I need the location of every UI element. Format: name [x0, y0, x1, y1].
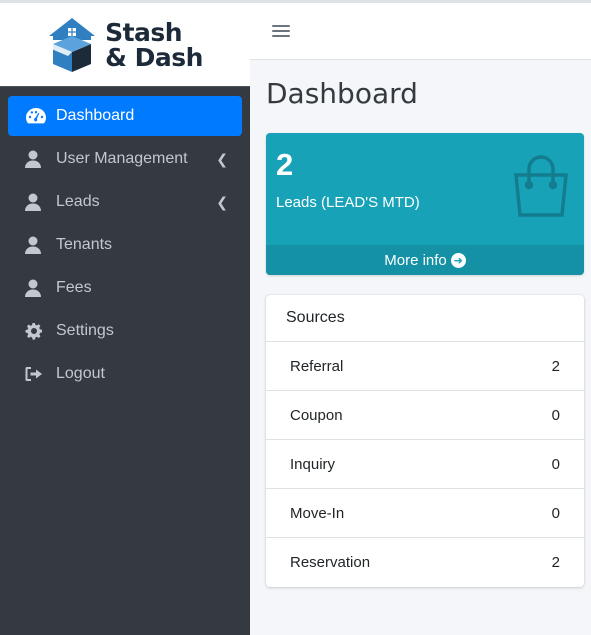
brand-name: Stash & Dash: [105, 17, 203, 72]
sidebar-item-label: Leads: [56, 193, 100, 210]
list-item: Coupon 0: [266, 391, 584, 440]
sidebar: Stash & Dash Dashboard User Management ❮…: [0, 3, 250, 635]
chevron-left-icon: ❮: [216, 194, 228, 210]
brand-box-icon: [49, 17, 96, 72]
source-name: Reservation: [290, 554, 371, 571]
brand-logo-link[interactable]: Stash & Dash: [0, 3, 250, 87]
top-navbar: [250, 3, 591, 60]
user-icon: [25, 235, 49, 255]
source-value: 0: [551, 406, 560, 424]
main-content: Dashboard 2 Leads (LEAD'S MTD) More info…: [266, 60, 584, 587]
list-item: Inquiry 0: [266, 440, 584, 489]
sidebar-item-settings[interactable]: Settings: [8, 311, 242, 351]
user-icon: [25, 192, 49, 212]
user-icon: [25, 278, 49, 298]
list-item: Reservation 2: [266, 538, 584, 587]
sidebar-item-label: Settings: [56, 322, 114, 339]
sidebar-item-user-management[interactable]: User Management ❮: [8, 139, 242, 179]
chevron-left-icon: ❮: [216, 151, 228, 167]
sources-title: Sources: [266, 295, 584, 342]
sidebar-item-label: Dashboard: [56, 107, 135, 124]
sources-card: Sources Referral 2 Coupon 0 Inquiry 0 Mo…: [266, 295, 584, 587]
source-value: 2: [551, 554, 560, 571]
shopping-bag-icon: [510, 155, 572, 224]
leads-stat-box: 2 Leads (LEAD'S MTD) More info ➜: [266, 133, 584, 275]
sidebar-item-label: Fees: [56, 279, 92, 296]
source-name: Coupon: [290, 406, 343, 424]
source-name: Move-In: [290, 504, 345, 522]
more-info-link[interactable]: More info ➜: [266, 245, 584, 275]
source-value: 2: [551, 357, 560, 375]
sidebar-item-label: Tenants: [56, 236, 113, 253]
sidebar-item-leads[interactable]: Leads ❮: [8, 182, 242, 222]
logout-icon: [25, 364, 49, 384]
source-name: Inquiry: [290, 455, 336, 473]
sidebar-item-tenants[interactable]: Tenants: [8, 225, 242, 265]
arrow-circle-right-icon: ➜: [450, 252, 466, 268]
sidebar-item-label: User Management: [56, 150, 188, 167]
list-item: Move-In 0: [266, 489, 584, 538]
sidebar-nav: Dashboard User Management ❮ Leads ❮ Tena…: [0, 87, 250, 394]
sidebar-item-fees[interactable]: Fees: [8, 268, 242, 308]
more-info-label: More info: [384, 251, 447, 269]
source-value: 0: [551, 504, 560, 522]
sidebar-item-label: Logout: [56, 365, 105, 382]
source-name: Referral: [290, 357, 344, 375]
source-value: 0: [551, 455, 560, 473]
gear-icon: [25, 321, 49, 341]
list-item: Referral 2: [266, 342, 584, 391]
user-icon: [25, 149, 49, 169]
sidebar-item-logout[interactable]: Logout: [8, 354, 242, 394]
page-title: Dashboard: [266, 77, 418, 110]
sidebar-item-dashboard[interactable]: Dashboard: [8, 96, 242, 136]
dashboard-icon: [25, 106, 49, 126]
hamburger-icon[interactable]: [272, 22, 290, 40]
